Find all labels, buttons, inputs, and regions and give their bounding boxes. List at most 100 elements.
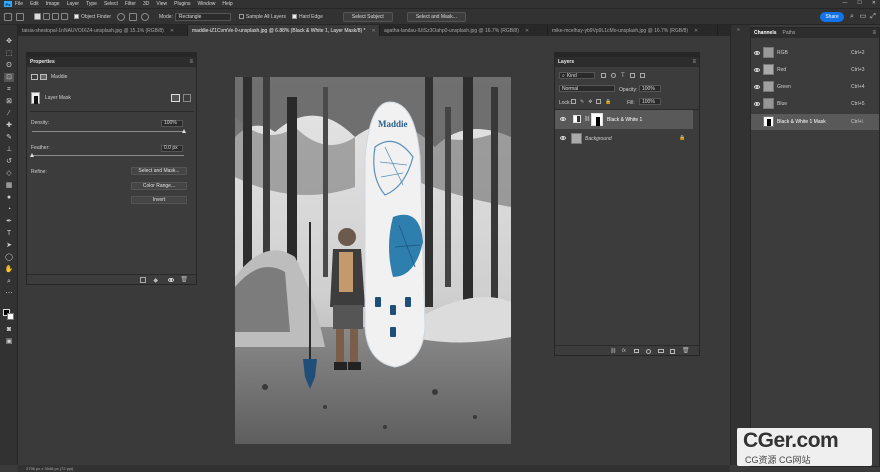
shape-tool-icon[interactable]: ◯ xyxy=(4,253,14,262)
screen-mode-icon[interactable]: ▣ xyxy=(4,337,14,346)
path-selection-icon[interactable]: ➤ xyxy=(4,241,14,250)
share-button[interactable]: Share xyxy=(820,12,844,22)
tab-paths[interactable]: Paths xyxy=(783,30,796,36)
expand-icon[interactable]: ⤢ xyxy=(869,13,877,21)
panel-menu-icon[interactable]: ≡ xyxy=(692,59,696,65)
channel-row-blue[interactable]: Blue Ctrl+5 xyxy=(751,96,879,112)
density-slider[interactable] xyxy=(32,131,184,132)
intersect-selection-icon[interactable] xyxy=(61,13,68,20)
apply-mask-icon[interactable]: ◆ xyxy=(153,277,158,284)
menu-file[interactable]: File xyxy=(15,1,23,7)
select-vector-mask-icon[interactable] xyxy=(183,94,191,102)
lock-position-icon[interactable]: ✥ xyxy=(588,99,592,105)
move-tool-icon[interactable]: ✥ xyxy=(4,37,14,46)
invert-button[interactable]: Invert xyxy=(131,196,187,204)
lock-artboard-icon[interactable] xyxy=(596,99,602,104)
quick-mask-icon[interactable]: ◙ xyxy=(4,325,14,334)
add-selection-icon[interactable] xyxy=(43,13,50,20)
gear-icon[interactable] xyxy=(141,12,150,21)
layer-style-icon[interactable]: fx xyxy=(622,348,626,354)
channel-row-green[interactable]: Green Ctrl+4 xyxy=(751,79,879,95)
select-and-mask-button[interactable]: Select and Mask... xyxy=(406,11,466,22)
show-objects-icon[interactable] xyxy=(129,12,138,21)
panel-menu-icon[interactable]: ≡ xyxy=(872,30,876,36)
filter-type-icon[interactable]: T xyxy=(621,73,625,79)
menu-edit[interactable]: Edit xyxy=(30,1,39,7)
layer-row-black-white-1[interactable]: ⛓ Black & White 1 xyxy=(555,110,693,129)
pen-tool-icon[interactable]: ✒ xyxy=(4,217,14,226)
new-adjustment-icon[interactable] xyxy=(646,349,651,354)
filter-shape-icon[interactable] xyxy=(629,73,635,78)
feather-slider[interactable] xyxy=(32,155,184,156)
frame-tool-icon[interactable]: ⊠ xyxy=(4,97,14,106)
refresh-icon[interactable] xyxy=(117,12,126,21)
lock-pixels-icon[interactable]: ✎ xyxy=(580,99,584,105)
menu-select[interactable]: Select xyxy=(104,1,118,7)
object-selection-tool-icon[interactable] xyxy=(16,12,24,21)
menu-plugins[interactable]: Plugins xyxy=(174,1,190,7)
channel-row-mask[interactable]: Black & White 1 Mask Ctrl+\ xyxy=(751,114,879,130)
close-tab-icon[interactable]: ✕ xyxy=(170,28,174,34)
tab-document-3[interactable]: agatha-landau-lUtSz3Oahp0-unsplash.jpg @… xyxy=(380,25,548,36)
fill-input[interactable]: 100% xyxy=(639,98,661,105)
select-pixel-mask-icon[interactable] xyxy=(171,94,180,102)
lasso-tool-icon[interactable]: ʘ xyxy=(4,61,14,70)
trash-icon[interactable]: 🗑 xyxy=(180,276,188,283)
tab-document-1[interactable]: taisia-shestopal-1nNAUVOIXZ4-unsplash.jp… xyxy=(18,25,188,36)
more-tools-icon[interactable]: ⋯ xyxy=(4,289,14,298)
brush-tool-icon[interactable]: ✎ xyxy=(4,133,14,142)
menu-3d[interactable]: 3D xyxy=(143,1,149,7)
filter-pixel-icon[interactable] xyxy=(601,73,606,78)
add-mask-icon[interactable] xyxy=(634,349,639,353)
new-layer-icon[interactable] xyxy=(670,349,675,354)
close-tab-icon[interactable]: ✕ xyxy=(371,28,375,34)
eraser-tool-icon[interactable]: ◇ xyxy=(4,169,14,178)
search-icon[interactable]: ⌕ xyxy=(848,13,856,21)
menu-window[interactable]: Window xyxy=(198,1,216,7)
select-subject-button[interactable]: Select Subject xyxy=(342,11,393,22)
channel-row-rgb[interactable]: RGB Ctrl+2 xyxy=(751,45,879,61)
workspace-icon[interactable]: ▭ xyxy=(859,13,867,21)
close-tab-icon[interactable]: ✕ xyxy=(525,28,529,34)
menu-layer[interactable]: Layer xyxy=(67,1,80,7)
chain-icon[interactable]: ⛓ xyxy=(584,116,590,122)
tab-document-4[interactable]: mike-mcelhay-yb9Vp9L1cMo-unsplash.jpg @ … xyxy=(548,25,718,36)
layer-mask-thumbnail[interactable] xyxy=(591,113,603,126)
channel-row-red[interactable]: Red Ctrl+3 xyxy=(751,62,879,78)
color-range-button[interactable]: Color Range... xyxy=(131,182,187,190)
menu-image[interactable]: Image xyxy=(46,1,60,7)
object-finder-checkbox[interactable] xyxy=(74,14,79,19)
tab-document-2[interactable]: maddie-iZ1CvmVe-0-unsplash.jpg @ 6.88% (… xyxy=(188,25,380,36)
density-input[interactable]: 100% xyxy=(161,119,183,127)
mode-select[interactable]: Rectangle xyxy=(174,12,231,21)
opacity-input[interactable]: 100% xyxy=(639,85,661,92)
healing-brush-icon[interactable]: ✚ xyxy=(4,121,14,130)
feather-input[interactable]: 0.0 px xyxy=(161,144,183,152)
minimize-icon[interactable]: — xyxy=(842,0,847,6)
zoom-tool-icon[interactable]: ⌕ xyxy=(4,277,14,286)
subtract-selection-icon[interactable] xyxy=(52,13,59,20)
marquee-tool-icon[interactable]: ⬚ xyxy=(4,49,14,58)
load-selection-icon[interactable] xyxy=(140,277,146,283)
channel-visibility-icon[interactable] xyxy=(754,102,760,106)
close-tab-icon[interactable]: ✕ xyxy=(694,28,698,34)
crop-tool-icon[interactable]: ⌗ xyxy=(4,85,14,94)
menu-help[interactable]: Help xyxy=(222,1,232,7)
filter-smart-object-icon[interactable] xyxy=(639,73,645,78)
new-selection-icon[interactable] xyxy=(34,13,41,20)
type-tool-icon[interactable]: T xyxy=(4,229,14,238)
layer-visibility-icon[interactable] xyxy=(560,117,566,121)
document-image[interactable]: Maddie xyxy=(235,77,511,444)
visibility-icon[interactable] xyxy=(168,278,174,282)
layer-filter-select[interactable]: ⌕ Kind xyxy=(559,72,595,79)
menu-view[interactable]: View xyxy=(156,1,167,7)
channel-visibility-icon[interactable] xyxy=(754,51,760,55)
lock-all-icon[interactable]: 🔒 xyxy=(605,99,611,105)
pixel-mask-icon[interactable] xyxy=(31,74,38,80)
filter-adjustment-icon[interactable] xyxy=(611,73,616,78)
layer-row-background[interactable]: Background 🔒 xyxy=(555,130,693,147)
sample-all-layers-checkbox[interactable] xyxy=(238,14,244,19)
layer-visibility-icon[interactable] xyxy=(560,136,566,140)
density-slider-thumb[interactable] xyxy=(182,129,186,133)
layers-header[interactable]: Layers ≡ xyxy=(555,57,699,67)
